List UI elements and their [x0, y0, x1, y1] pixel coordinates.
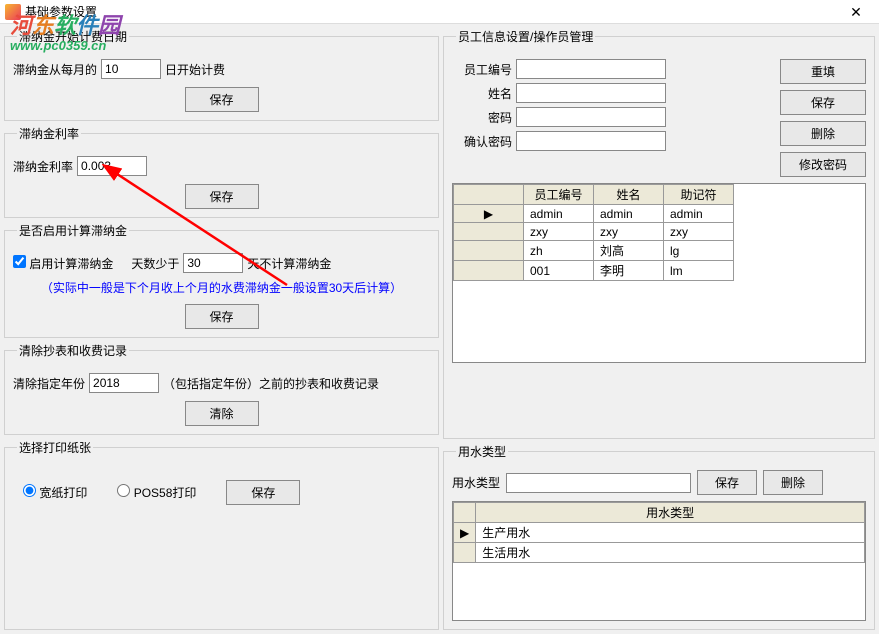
- days-suffix: 天不计算滞纳金: [247, 255, 331, 272]
- water-save-button[interactable]: 保存: [697, 470, 757, 495]
- clear-suffix: （包括指定年份）之前的抄表和收费记录: [163, 375, 379, 392]
- window-title: 基础参数设置: [25, 3, 97, 20]
- emp-id-label: 员工编号: [452, 61, 512, 78]
- titlebar: 基础参数设置 ✕: [0, 0, 879, 24]
- enable-checkbox-label[interactable]: 启用计算滞纳金: [13, 255, 113, 272]
- table-header[interactable]: 姓名: [594, 185, 664, 205]
- employee-table[interactable]: 员工编号姓名助记符▶adminadminadminzxyzxyzxyzh刘高lg…: [452, 183, 866, 363]
- table-header[interactable]: 员工编号: [524, 185, 594, 205]
- table-row[interactable]: 001李明lm: [454, 261, 734, 281]
- employee-legend: 员工信息设置/操作员管理: [456, 28, 595, 45]
- rate-save-button[interactable]: 保存: [185, 184, 259, 209]
- table-row[interactable]: zh刘高lg: [454, 241, 734, 261]
- emp-pwd2-label: 确认密码: [452, 133, 512, 150]
- print-wide-radio-label[interactable]: 宽纸打印: [23, 484, 87, 501]
- employee-group: 员工信息设置/操作员管理 员工编号 姓名 密码 确认密码 重填 保存 删除 修改…: [443, 28, 875, 439]
- start-date-group: 滞纳金开始计费日期 滞纳金从每月的 日开始计费 保存: [4, 28, 439, 121]
- close-icon: ✕: [850, 4, 862, 21]
- rate-label: 滞纳金利率: [13, 158, 73, 175]
- water-input[interactable]: [506, 473, 691, 493]
- close-button[interactable]: ✕: [833, 0, 879, 24]
- print-pos58-radio-label[interactable]: POS58打印: [117, 484, 196, 501]
- app-icon: [5, 4, 21, 20]
- enable-group: 是否启用计算滞纳金 启用计算滞纳金 天数少于 天不计算滞纳金 （实际中一般是下个…: [4, 222, 439, 338]
- table-header[interactable]: 用水类型: [476, 503, 865, 523]
- emp-refill-button[interactable]: 重填: [780, 59, 866, 84]
- print-legend: 选择打印纸张: [17, 439, 93, 456]
- start-date-save-button[interactable]: 保存: [185, 87, 259, 112]
- start-date-suffix: 日开始计费: [165, 61, 225, 78]
- rate-group: 滞纳金利率 滞纳金利率 保存: [4, 125, 439, 218]
- emp-pwd-input[interactable]: [516, 107, 666, 127]
- water-table[interactable]: 用水类型▶生产用水生活用水: [452, 501, 866, 621]
- emp-name-input[interactable]: [516, 83, 666, 103]
- start-day-input[interactable]: [101, 59, 161, 79]
- water-group: 用水类型 用水类型 保存 删除 用水类型▶生产用水生活用水: [443, 443, 875, 630]
- emp-changepwd-button[interactable]: 修改密码: [780, 152, 866, 177]
- clear-label: 清除指定年份: [13, 375, 85, 392]
- clear-group: 清除抄表和收费记录 清除指定年份 （包括指定年份）之前的抄表和收费记录 清除: [4, 342, 439, 435]
- print-group: 选择打印纸张 宽纸打印 POS58打印 保存: [4, 439, 439, 630]
- emp-delete-button[interactable]: 删除: [780, 121, 866, 146]
- clear-button[interactable]: 清除: [185, 401, 259, 426]
- print-pos58-radio[interactable]: [117, 484, 130, 497]
- days-prefix: 天数少于: [131, 255, 179, 272]
- emp-id-input[interactable]: [516, 59, 666, 79]
- start-date-legend: 滞纳金开始计费日期: [17, 28, 129, 45]
- table-row[interactable]: zxyzxyzxy: [454, 223, 734, 241]
- water-delete-button[interactable]: 删除: [763, 470, 823, 495]
- start-date-prefix: 滞纳金从每月的: [13, 61, 97, 78]
- rate-legend: 滞纳金利率: [17, 125, 81, 142]
- clear-year-input[interactable]: [89, 373, 159, 393]
- enable-legend: 是否启用计算滞纳金: [17, 222, 129, 239]
- enable-checkbox[interactable]: [13, 255, 26, 268]
- emp-pwd-label: 密码: [452, 109, 512, 126]
- print-wide-radio[interactable]: [23, 484, 36, 497]
- table-row[interactable]: 生活用水: [454, 543, 865, 563]
- clear-legend: 清除抄表和收费记录: [17, 342, 129, 359]
- rate-input[interactable]: [77, 156, 147, 176]
- emp-save-button[interactable]: 保存: [780, 90, 866, 115]
- water-legend: 用水类型: [456, 443, 508, 460]
- emp-pwd2-input[interactable]: [516, 131, 666, 151]
- water-label: 用水类型: [452, 474, 500, 491]
- table-row[interactable]: ▶adminadminadmin: [454, 205, 734, 223]
- table-header[interactable]: 助记符: [664, 185, 734, 205]
- enable-note: （实际中一般是下个月收上个月的水费滞纳金一般设置30天后计算）: [13, 279, 430, 296]
- table-row[interactable]: ▶生产用水: [454, 523, 865, 543]
- emp-name-label: 姓名: [452, 85, 512, 102]
- days-input[interactable]: [183, 253, 243, 273]
- enable-save-button[interactable]: 保存: [185, 304, 259, 329]
- print-save-button[interactable]: 保存: [226, 480, 300, 505]
